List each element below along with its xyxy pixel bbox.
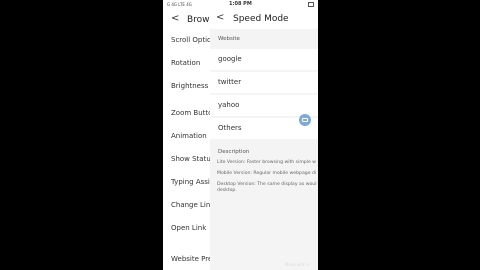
settings-item-change-link[interactable]: Change Link <box>171 201 210 209</box>
browser-settings-header: < Browser <box>163 10 210 30</box>
option-label: Others <box>218 124 242 132</box>
description-mobile: Mobile Version: Regular mobile webpage d… <box>217 171 317 176</box>
right-black-bar <box>318 0 480 270</box>
battery-icon <box>308 2 314 7</box>
option-label: twitter <box>218 78 242 86</box>
description-lite: Lite Version: Faster browsing with simpl… <box>217 160 317 165</box>
watermark: Made with a <box>285 262 310 267</box>
network-indicators: G 4G LTE 4G <box>167 2 192 7</box>
settings-item-website-pref[interactable]: Website Pref <box>171 255 210 263</box>
option-yahoo[interactable]: yahoo <box>210 95 318 116</box>
back-arrow-icon[interactable]: < <box>171 13 179 24</box>
settings-item-brightness[interactable]: Brightness <box>171 82 208 90</box>
settings-item-animation[interactable]: Animation <box>171 132 207 140</box>
edit-icon <box>302 118 308 122</box>
settings-item-show-status[interactable]: Show Status <box>171 155 210 163</box>
option-twitter[interactable]: twitter <box>210 72 318 93</box>
page-title: Browser <box>187 15 210 25</box>
description-desktop-cont: desktop. <box>217 188 237 193</box>
speed-mode-panel: < Speed Mode Website google twitter yaho… <box>210 10 318 270</box>
phone-screen: G 4G LTE 4G 1:08 PM < Browser Scroll Opt… <box>163 0 318 270</box>
settings-item-open-link[interactable]: Open Link <box>171 224 206 232</box>
status-time: 1:08 PM <box>229 1 252 7</box>
settings-item-typing-assist[interactable]: Typing Assis <box>171 178 210 186</box>
panel-title: Speed Mode <box>233 14 289 24</box>
left-black-bar <box>0 0 163 270</box>
description-section-label: Description <box>218 149 250 155</box>
settings-item-zoom-button[interactable]: Zoom Button <box>171 109 210 117</box>
back-arrow-icon[interactable]: < <box>216 12 224 23</box>
speed-mode-header: < Speed Mode <box>210 10 318 29</box>
floating-action-button[interactable] <box>299 114 311 126</box>
settings-item-rotation[interactable]: Rotation <box>171 59 200 67</box>
settings-item-scroll-option[interactable]: Scroll Option <box>171 36 210 44</box>
browser-settings-screen: < Browser Scroll Option Rotation Brightn… <box>163 10 210 270</box>
status-bar: G 4G LTE 4G 1:08 PM <box>163 0 318 10</box>
option-label: google <box>218 55 242 63</box>
option-google[interactable]: google <box>210 49 318 70</box>
website-section-label: Website <box>218 36 240 42</box>
option-label: yahoo <box>218 101 240 109</box>
description-desktop: Desktop Version: The same display as wou… <box>217 182 317 187</box>
